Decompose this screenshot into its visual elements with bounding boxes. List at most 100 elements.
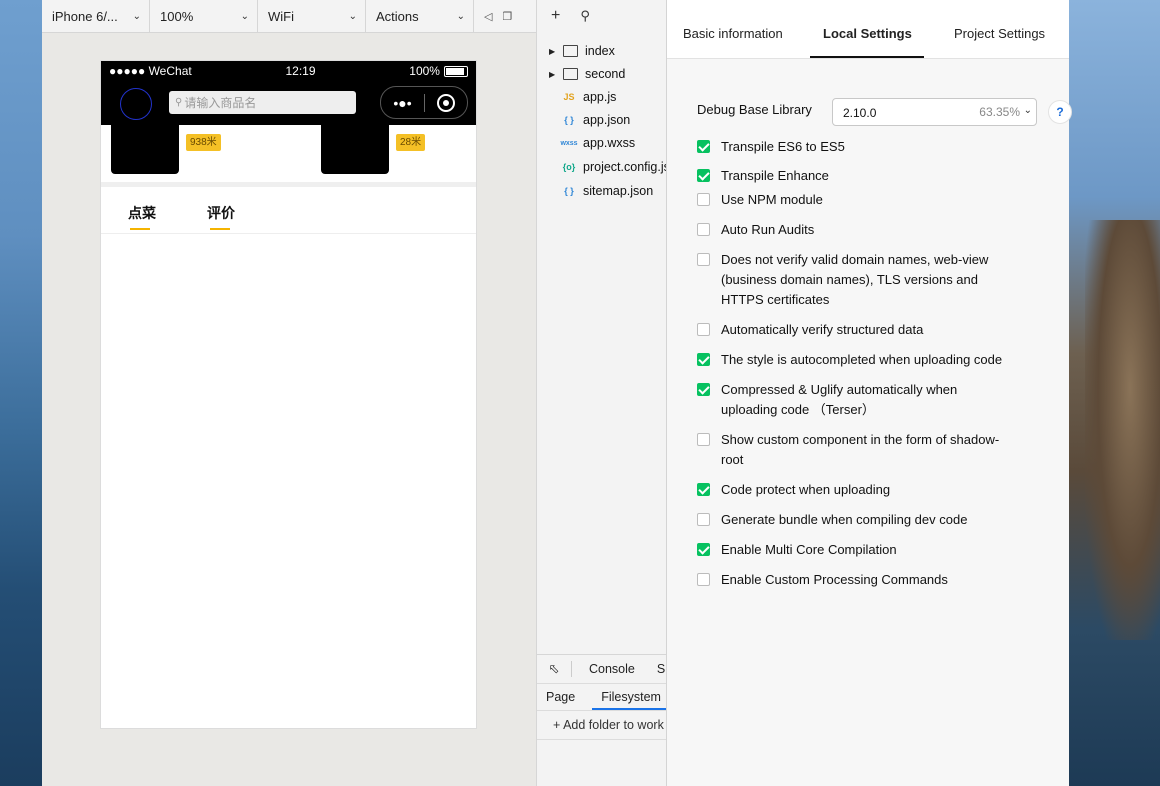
network-select[interactable]: WiFi ⌄ — [258, 0, 366, 32]
option-generate-bundle[interactable]: Generate bundle when compiling dev code — [697, 510, 1017, 530]
carrier-label: ●●●●● WeChat — [109, 64, 192, 78]
distance-badge: 28米 — [396, 134, 426, 151]
tree-file-app-wxss[interactable]: wxss app.wxss — [559, 132, 635, 154]
shop-image[interactable] — [321, 125, 389, 174]
checkbox[interactable] — [697, 140, 710, 153]
config-file-icon: {o} — [562, 162, 576, 172]
settings-tabs: Basic information Local Settings Project… — [667, 0, 1069, 59]
mini-program-capsule: •●• — [380, 86, 468, 119]
shop-image[interactable] — [111, 125, 179, 174]
tab-sources[interactable]: S — [635, 662, 665, 676]
settings-panel: Basic information Local Settings Project… — [666, 0, 1072, 786]
shop-tabs: 点菜 评价 — [101, 187, 476, 234]
tab-console[interactable]: Console — [572, 662, 635, 676]
plus-icon[interactable]: + — [551, 7, 560, 25]
desktop-wallpaper-left — [0, 0, 42, 786]
checkbox[interactable] — [697, 169, 710, 182]
tree-file-app-json[interactable]: { } app.json — [559, 109, 630, 131]
tab-order[interactable]: 点菜 — [128, 203, 156, 223]
option-label: Generate bundle when compiling dev code — [721, 512, 968, 527]
storage-tabs: Page Filesystem — [537, 684, 667, 711]
network-select-value: WiFi — [268, 8, 294, 24]
option-label: Show custom component in the form of sha… — [721, 432, 1000, 467]
option-compress-uglify[interactable]: Compressed & Uglify automatically when u… — [697, 380, 987, 420]
file-explorer: + ⚲ ▶ index ▶ second JS app.js { } app.j… — [536, 0, 667, 786]
option-transpile-es6[interactable]: Transpile ES6 to ES5 — [697, 137, 1017, 157]
option-style-autocomplete[interactable]: The style is autocompleted when uploadin… — [697, 350, 1027, 370]
tab-indicator — [130, 228, 150, 230]
phone-status-bar: ●●●●● WeChat 12:19 100% — [101, 61, 476, 81]
target-icon — [437, 93, 455, 112]
search-icon: ⚲ — [175, 97, 183, 108]
tab-project-settings[interactable]: Project Settings — [954, 26, 1045, 41]
chevron-down-icon: ⌄ — [240, 10, 249, 22]
zoom-select[interactable]: 100% ⌄ — [150, 0, 258, 32]
option-transpile-enhance[interactable]: Transpile Enhance — [697, 166, 1017, 186]
battery-label: 100% — [409, 64, 440, 78]
window-icon[interactable]: ❐ — [502, 10, 512, 23]
close-capsule-button[interactable] — [425, 93, 467, 112]
json-file-icon: { } — [564, 115, 574, 125]
debug-library-select[interactable]: 2.10.0 63.35% ⌄ — [832, 98, 1037, 126]
checkbox[interactable] — [697, 223, 710, 236]
tab-local-settings[interactable]: Local Settings — [823, 26, 912, 41]
tree-folder-second[interactable]: ▶ second — [537, 63, 625, 85]
add-folder-button[interactable]: + Add folder to work — [537, 711, 667, 740]
tree-item-label: app.json — [583, 113, 631, 127]
tab-reviews[interactable]: 评价 — [207, 203, 235, 223]
option-npm-module[interactable]: Use NPM module — [697, 190, 1017, 210]
checkbox[interactable] — [697, 253, 710, 266]
tab-page[interactable]: Page — [537, 690, 575, 704]
search-icon[interactable]: ⚲ — [580, 8, 590, 24]
option-label: The style is autocompleted when uploadin… — [721, 352, 1003, 367]
wxss-file-icon: wxss — [560, 139, 578, 147]
checkbox[interactable] — [697, 383, 710, 396]
option-label: Automatically verify structured data — [721, 322, 924, 337]
option-multi-core[interactable]: Enable Multi Core Compilation — [697, 540, 1017, 560]
tree-file-project-config[interactable]: {o} project.config.json — [559, 156, 667, 178]
checkbox[interactable] — [697, 323, 710, 336]
checkbox[interactable] — [697, 573, 710, 586]
device-select[interactable]: iPhone 6/... ⌄ — [42, 0, 150, 32]
option-auto-run-audits[interactable]: Auto Run Audits — [697, 220, 1017, 240]
caret-right-icon: ▶ — [549, 69, 556, 79]
avatar[interactable] — [120, 88, 152, 120]
option-label: Use NPM module — [721, 192, 823, 207]
chevron-down-icon: ⌄ — [348, 10, 357, 22]
option-label: Code protect when uploading — [721, 482, 891, 497]
option-skip-domain-verify[interactable]: Does not verify valid domain names, web-… — [697, 250, 997, 310]
option-custom-processing[interactable]: Enable Custom Processing Commands — [697, 570, 1017, 590]
chevron-down-icon: ⌄ — [132, 10, 141, 22]
checkbox[interactable] — [697, 513, 710, 526]
checkbox[interactable] — [697, 483, 710, 496]
json-file-icon: { } — [564, 186, 574, 196]
checkbox[interactable] — [697, 543, 710, 556]
zoom-select-value: 100% — [160, 8, 194, 24]
tree-folder-index[interactable]: ▶ index — [537, 40, 615, 62]
tree-item-label: app.wxss — [583, 136, 636, 150]
debug-library-usage: 63.35% — [979, 105, 1020, 119]
option-label: Transpile ES6 to ES5 — [721, 139, 845, 154]
js-file-icon: JS — [563, 92, 575, 102]
actions-select[interactable]: Actions ⌄ — [366, 0, 474, 32]
tab-indicator — [210, 228, 230, 230]
option-verify-structured-data[interactable]: Automatically verify structured data — [697, 320, 1017, 340]
tab-filesystem[interactable]: Filesystem — [592, 684, 667, 710]
inspect-element-icon[interactable]: ⬁ — [537, 661, 571, 677]
option-code-protect[interactable]: Code protect when uploading — [697, 480, 1017, 500]
volume-icon[interactable]: ◁ — [484, 10, 492, 23]
tab-basic-information[interactable]: Basic information — [683, 26, 783, 41]
folder-icon — [563, 68, 578, 80]
checkbox[interactable] — [697, 353, 710, 366]
checkbox[interactable] — [697, 193, 710, 206]
option-label: Auto Run Audits — [721, 222, 815, 237]
distance-badge: 938米 — [186, 134, 221, 151]
search-input[interactable]: ⚲ 请输入商品名 — [169, 91, 356, 114]
tree-file-app-js[interactable]: JS app.js — [559, 86, 616, 108]
help-icon[interactable]: ? — [1048, 100, 1072, 124]
checkbox[interactable] — [697, 433, 710, 446]
tree-file-sitemap[interactable]: { } sitemap.json — [559, 180, 653, 202]
option-shadow-root[interactable]: Show custom component in the form of sha… — [697, 430, 1017, 470]
more-icon[interactable]: •●• — [381, 95, 424, 111]
tree-item-label: app.js — [583, 90, 617, 104]
